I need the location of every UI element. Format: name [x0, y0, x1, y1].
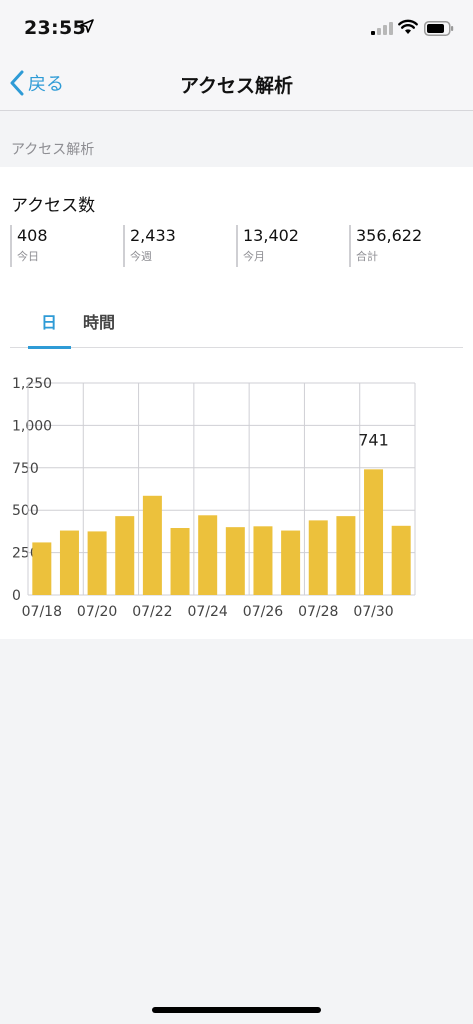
stat-month: 13,402 今月: [236, 225, 299, 267]
navigation-bar: 戻る アクセス解析: [0, 56, 473, 111]
stat-label: 今月: [243, 250, 265, 263]
bar-07/26: [253, 526, 273, 595]
stat-value: 356,622: [356, 226, 423, 245]
y-tick-label: 500: [12, 503, 39, 519]
stats-row: 408 今日 2,433 今週 13,402 今月 356,622 合計: [10, 225, 470, 267]
x-tick-label: 07/28: [298, 604, 338, 620]
bar-07/18: [32, 542, 52, 595]
bar-07/25: [225, 527, 245, 595]
x-tick-label: 07/22: [132, 604, 172, 620]
section-header-label: アクセス解析: [11, 142, 95, 158]
stat-week: 2,433 今週: [123, 225, 176, 267]
cell-signal-icon: [371, 22, 393, 35]
access-bar-chart: 02505007501,0001,25007/18 07/20 07/22 07/24…: [12, 376, 416, 620]
wifi-icon: [398, 19, 418, 34]
bar-07/21: [115, 516, 135, 595]
stat-value: 2,433: [130, 226, 176, 245]
section-header: アクセス解析: [0, 111, 473, 167]
y-tick-label: 1,000: [12, 418, 52, 434]
stat-label: 今週: [130, 250, 152, 263]
x-tick-label: 07/24: [187, 604, 227, 620]
period-tabs: 日 時間: [10, 305, 463, 349]
x-tick-label: 07/18: [22, 604, 62, 620]
stat-today: 408 今日: [10, 225, 48, 267]
peak-value-label: 741: [358, 430, 389, 449]
stat-total: 356,622 合計: [349, 225, 422, 267]
bar-07/30: [364, 469, 384, 595]
tab-day[interactable]: 日: [41, 309, 57, 333]
bar-07/28: [308, 520, 328, 595]
stat-value: 13,402: [243, 226, 299, 245]
x-tick-label: 07/20: [77, 604, 117, 620]
tab-hour[interactable]: 時間: [83, 309, 115, 333]
active-tab-indicator: [28, 346, 71, 349]
battery-icon: [424, 21, 454, 36]
stat-label: 合計: [356, 250, 378, 263]
bar-07/27: [281, 530, 301, 595]
bar-07/24: [198, 515, 218, 595]
x-tick-label: 07/30: [353, 604, 393, 620]
bar-07/19: [59, 530, 79, 595]
bar-07/22: [142, 495, 162, 595]
stat-value: 408: [17, 226, 48, 245]
location-arrow-icon: [80, 19, 94, 33]
status-time: 23:55: [24, 17, 86, 39]
bar-07/23: [170, 528, 190, 595]
page-title: アクセス解析: [179, 75, 294, 97]
bar-07/31: [391, 525, 411, 595]
y-tick-label: 750: [12, 461, 39, 477]
y-tick-label: 0: [12, 588, 21, 604]
stat-label: 今日: [17, 250, 39, 263]
x-tick-label: 07/26: [243, 604, 283, 620]
bar-07/29: [336, 516, 356, 595]
status-bar: 23:55: [0, 0, 473, 56]
y-tick-label: 1,250: [12, 376, 52, 392]
access-card: アクセス数 408 今日 2,433 今週 13,402 今月 356,622 …: [0, 167, 473, 639]
bar-07/20: [87, 531, 107, 595]
access-title: アクセス数: [11, 196, 96, 216]
home-indicator: [152, 1007, 321, 1013]
